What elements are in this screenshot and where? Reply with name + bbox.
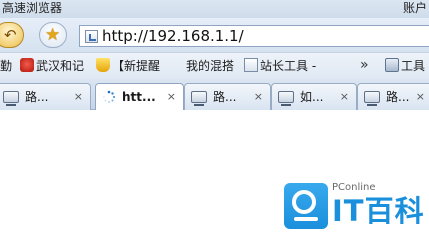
bookmark-item[interactable]: 【新提醒 bbox=[96, 57, 160, 76]
tab-active[interactable]: htt... × bbox=[95, 83, 184, 111]
tab-label: 路... bbox=[25, 90, 49, 104]
bookmark-item[interactable]: 站长工具 - bbox=[244, 57, 316, 76]
tab-label: 路... bbox=[386, 90, 410, 104]
tab[interactable]: 路... × bbox=[0, 83, 91, 110]
star-icon: ★ bbox=[45, 25, 61, 45]
search-logo-icon bbox=[284, 183, 328, 229]
account-menu[interactable]: 账户 bbox=[403, 0, 427, 16]
watermark-big-text: IT百科 bbox=[332, 194, 425, 228]
bookmarks-overflow-button[interactable]: » bbox=[360, 56, 369, 75]
window-title: 高速浏览器 bbox=[2, 1, 63, 15]
watermark-small-text: PConline bbox=[332, 182, 376, 193]
router-icon bbox=[3, 91, 19, 106]
page-icon bbox=[244, 58, 258, 72]
tab-label: 如... bbox=[300, 90, 324, 104]
bookmarks-bar: 勤 武汉和记 【新提醒 我的混搭 站长工具 - » 工具 bbox=[0, 52, 429, 79]
url-text[interactable]: http://192.168.1.1/ bbox=[102, 26, 244, 46]
tab[interactable]: 路... × bbox=[357, 83, 429, 110]
bookmark-item[interactable]: 勤 bbox=[0, 57, 12, 76]
bookmark-item[interactable]: 我的混搭 bbox=[186, 57, 234, 76]
tab-label: 路... bbox=[213, 90, 237, 104]
tab[interactable]: 如... × bbox=[271, 83, 357, 110]
pconline-watermark: PConline IT百科 bbox=[284, 182, 426, 240]
router-icon bbox=[278, 91, 294, 106]
back-button[interactable]: ↶ bbox=[0, 22, 24, 48]
trophy-icon bbox=[96, 58, 110, 72]
navigation-bar: ↶ ★ http://192.168.1.1/ bbox=[0, 18, 429, 52]
close-tab-icon[interactable]: × bbox=[416, 89, 425, 105]
close-tab-icon[interactable]: × bbox=[254, 89, 263, 105]
tab-bar: 路... × htt... × 路... × 如... × 路... × bbox=[0, 79, 429, 111]
close-tab-icon[interactable]: × bbox=[340, 89, 349, 105]
page-icon bbox=[85, 30, 98, 43]
toolbox-icon bbox=[385, 58, 399, 72]
page-content: PConline IT百科 bbox=[0, 110, 429, 240]
favorites-button[interactable]: ★ bbox=[39, 22, 67, 48]
bookmark-item[interactable]: 工具 bbox=[385, 57, 425, 76]
loading-spinner-icon bbox=[103, 90, 116, 103]
close-tab-icon[interactable]: × bbox=[74, 89, 83, 105]
bookmark-item[interactable]: 武汉和记 bbox=[20, 57, 84, 76]
tab[interactable]: 路... × bbox=[184, 83, 271, 110]
red-seal-icon bbox=[20, 58, 34, 72]
tab-label: htt... bbox=[122, 90, 156, 104]
address-bar[interactable]: http://192.168.1.1/ bbox=[79, 25, 429, 47]
router-icon bbox=[191, 91, 207, 106]
title-bar: 高速浏览器 账户 bbox=[0, 0, 429, 18]
close-tab-icon[interactable]: × bbox=[167, 89, 176, 105]
back-arrow-icon: ↶ bbox=[4, 26, 17, 44]
router-icon bbox=[364, 91, 380, 106]
